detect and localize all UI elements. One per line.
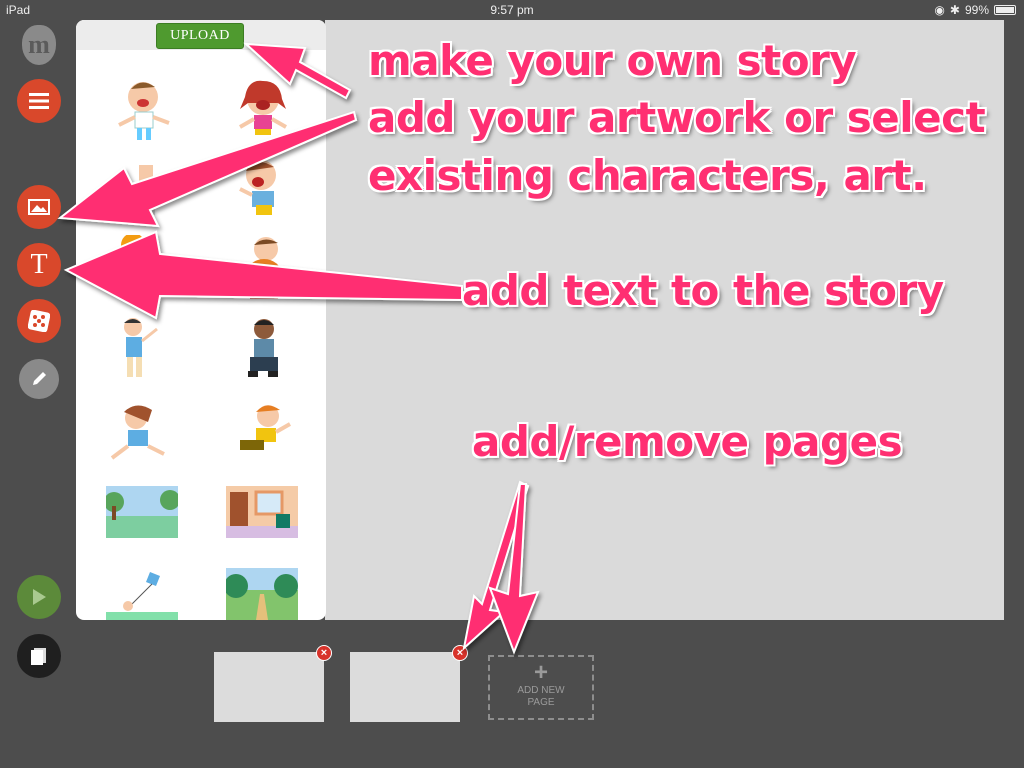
art-item[interactable] xyxy=(106,568,178,620)
app-logo: m xyxy=(22,25,56,65)
character-boy-waving-icon xyxy=(124,318,158,377)
plus-icon: + xyxy=(533,659,548,686)
character-boy-jumping-icon xyxy=(240,405,291,450)
status-right: ◉ ✱ 99% xyxy=(934,3,1016,17)
character-girl-laughing-icon xyxy=(239,80,287,135)
draw-button[interactable] xyxy=(19,359,59,399)
add-image-button[interactable] xyxy=(17,185,61,229)
remove-page-2-button[interactable]: × xyxy=(452,645,468,661)
art-item[interactable] xyxy=(228,315,298,385)
annotation-existing-art: existing characters, art. xyxy=(368,151,927,200)
book-button[interactable] xyxy=(17,634,61,678)
remove-page-1-button[interactable]: × xyxy=(316,645,332,661)
page-thumbnail-2[interactable] xyxy=(350,652,460,722)
character-boy-orange-icon xyxy=(121,233,145,287)
background-park-icon xyxy=(104,486,180,538)
pencil-icon xyxy=(33,372,46,385)
character-boy-heavy-icon xyxy=(246,237,282,299)
annotation-add-text: add text to the story xyxy=(462,266,944,315)
bluetooth-icon: ✱ xyxy=(949,3,960,17)
battery-percent: 99% xyxy=(964,3,989,17)
character-boy-yelling-icon xyxy=(239,160,276,215)
play-icon xyxy=(33,589,46,605)
status-bar: iPad 9:57 pm ◉ ✱ 99% xyxy=(0,0,1024,20)
hamburger-icon xyxy=(29,93,49,109)
panel-header: UPLOAD xyxy=(76,20,326,50)
art-item[interactable] xyxy=(111,155,181,225)
add-text-button[interactable]: T xyxy=(17,243,61,287)
upload-button[interactable]: UPLOAD xyxy=(156,23,244,49)
art-item[interactable] xyxy=(111,75,181,145)
close-icon: × xyxy=(320,646,328,659)
annotation-add-artwork: add your artwork or select xyxy=(368,93,986,142)
annotation-add-remove-pages: add/remove pages xyxy=(472,417,903,466)
art-item[interactable] xyxy=(106,400,176,470)
book-icon xyxy=(31,648,46,665)
menu-button[interactable] xyxy=(17,79,61,123)
annotation-make-story: make your own story xyxy=(368,36,857,85)
random-button[interactable] xyxy=(17,299,61,343)
character-boy-laughing-icon xyxy=(118,82,170,140)
art-item[interactable] xyxy=(104,486,180,538)
background-room-icon xyxy=(226,486,298,538)
close-icon: × xyxy=(456,646,464,659)
character-girl-flying-icon xyxy=(110,405,165,460)
character-boy-shouting-icon xyxy=(137,165,155,215)
art-item[interactable] xyxy=(226,486,298,538)
add-new-page-button[interactable]: + ADD NEW PAGE xyxy=(488,655,594,720)
background-garden-icon xyxy=(224,568,298,620)
lock-rotation-icon: ◉ xyxy=(934,3,945,17)
art-panel: UPLOAD xyxy=(76,20,326,620)
background-kite-icon xyxy=(106,568,178,620)
battery-icon xyxy=(994,5,1016,15)
art-item[interactable] xyxy=(226,400,296,470)
art-item[interactable] xyxy=(111,233,181,305)
art-item[interactable] xyxy=(228,235,298,305)
clock: 9:57 pm xyxy=(490,3,534,17)
character-boy-crouching-icon xyxy=(248,319,278,377)
page-thumbnail-1[interactable] xyxy=(214,652,324,722)
add-page-label: ADD NEW PAGE xyxy=(517,685,565,708)
art-item[interactable] xyxy=(224,568,298,620)
art-item[interactable] xyxy=(111,315,181,385)
art-item[interactable] xyxy=(228,155,298,225)
image-icon xyxy=(28,199,50,215)
play-button[interactable] xyxy=(17,575,61,619)
dice-icon xyxy=(28,310,50,332)
art-item[interactable] xyxy=(228,75,298,145)
text-icon: T xyxy=(30,249,48,280)
